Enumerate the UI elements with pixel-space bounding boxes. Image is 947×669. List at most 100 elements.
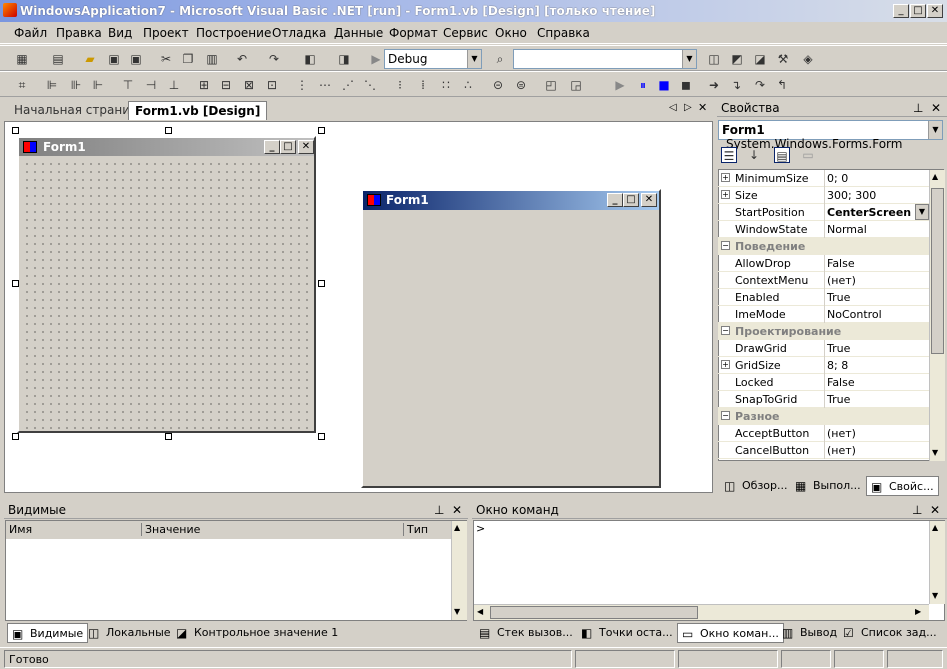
close-doc-icon[interactable]: ✕	[698, 101, 707, 114]
save-icon[interactable]: ▣	[106, 51, 122, 67]
tab-output[interactable]: ▥ Вывод	[778, 623, 841, 643]
expand-icon[interactable]: +	[721, 190, 730, 199]
toolbox-icon[interactable]: ⚒	[775, 51, 791, 67]
column-name[interactable]: Имя	[9, 523, 137, 536]
property-value[interactable]: Normal	[827, 223, 867, 236]
property-row[interactable]: + Size 300; 300	[718, 187, 930, 204]
align-bottom-icon[interactable]: ⊥	[166, 77, 182, 93]
same-height-icon[interactable]: ⊟	[218, 77, 234, 93]
property-row[interactable]: DrawGrid True	[718, 340, 930, 357]
column-divider[interactable]	[824, 357, 825, 374]
menu-format[interactable]: Формат	[389, 26, 438, 40]
step-over-icon[interactable]: ↷	[752, 77, 768, 93]
bring-front-icon[interactable]: ◰	[543, 77, 559, 93]
show-next-statement-icon[interactable]: ➜	[706, 77, 722, 93]
property-row[interactable]: ContextMenu (нет)	[718, 272, 930, 289]
menu-help[interactable]: Справка	[537, 26, 590, 40]
form-close-button[interactable]: ✕	[641, 193, 657, 207]
property-value[interactable]: False	[827, 257, 855, 270]
menu-window[interactable]: Окно	[495, 26, 527, 40]
property-value[interactable]: (нет)	[827, 427, 856, 440]
pin-icon[interactable]: ⊥	[912, 503, 922, 517]
maximize-button[interactable]: □	[910, 4, 926, 18]
property-row[interactable]: + GridSize 8; 8	[718, 357, 930, 374]
property-row[interactable]: ImeMode NoControl	[718, 306, 930, 323]
v-spacing-increase-icon[interactable]: ⁞	[415, 77, 431, 93]
close-button[interactable]: ✕	[927, 4, 943, 18]
column-value[interactable]: Значение	[141, 523, 401, 536]
align-middle-icon[interactable]: ⊣	[143, 77, 159, 93]
menu-file[interactable]: Файл	[14, 26, 47, 40]
column-divider[interactable]	[824, 187, 825, 204]
v-spacing-remove-icon[interactable]: ∴	[460, 77, 476, 93]
v-spacing-equal-icon[interactable]: ⁝	[392, 77, 408, 93]
column-divider[interactable]	[824, 425, 825, 442]
tab-breakpoints[interactable]: ◧ Точки оста...	[577, 623, 677, 643]
collapse-icon[interactable]: −	[721, 411, 730, 420]
running-form-caption[interactable]: Form1 _ □ ✕	[363, 191, 659, 210]
property-category[interactable]: − Проектирование	[718, 323, 930, 340]
column-divider[interactable]	[824, 170, 825, 187]
start-icon[interactable]: ▶	[368, 51, 384, 67]
column-type[interactable]: Тип	[403, 523, 453, 536]
form-maximize-button[interactable]: □	[623, 193, 639, 207]
align-top-icon[interactable]: ⊤	[120, 77, 136, 93]
scroll-up-icon[interactable]: ▲	[454, 523, 460, 532]
tab-solution-browser[interactable]: ◫ Обзор...	[720, 476, 792, 496]
stop-icon[interactable]: ■	[656, 77, 672, 93]
v-spacing-decrease-icon[interactable]: ∷	[438, 77, 454, 93]
h-spacing-equal-icon[interactable]: ⋮	[294, 77, 310, 93]
align-right-icon[interactable]: ⊩	[90, 77, 106, 93]
h-spacing-remove-icon[interactable]: ⋱	[362, 77, 378, 93]
menu-edit[interactable]: Правка	[56, 26, 102, 40]
configuration-dropdown[interactable]: Debug ▼	[384, 49, 482, 69]
menu-data[interactable]: Данные	[334, 26, 383, 40]
property-value[interactable]: True	[827, 393, 850, 406]
resize-handle-se[interactable]	[318, 433, 325, 440]
properties-window-icon[interactable]: ◩	[729, 51, 745, 67]
scroll-left-icon[interactable]: ◁	[669, 102, 677, 113]
continue-icon[interactable]: ▶	[612, 77, 628, 93]
scroll-left-icon[interactable]: ◀	[477, 607, 483, 616]
expand-icon[interactable]: +	[721, 173, 730, 182]
resize-handle-nw[interactable]	[12, 127, 19, 134]
tab-task-list[interactable]: ☑ Список зад...	[839, 623, 941, 643]
expand-icon[interactable]: +	[721, 360, 730, 369]
close-icon[interactable]: ✕	[930, 503, 940, 517]
autos-list[interactable]: Имя Значение Тип ▲ ▼	[5, 520, 467, 621]
categorized-icon[interactable]: ☰	[721, 147, 737, 163]
property-value[interactable]: 0; 0	[827, 172, 848, 185]
new-project-icon[interactable]: ▦	[14, 51, 30, 67]
align-left-icon[interactable]: ⊫	[44, 77, 60, 93]
property-value[interactable]: (нет)	[827, 444, 856, 457]
column-divider[interactable]	[824, 289, 825, 306]
add-item-icon[interactable]: ▤	[50, 51, 66, 67]
scroll-right-icon[interactable]: ▷	[684, 102, 692, 113]
h-spacing-decrease-icon[interactable]: ⋰	[340, 77, 356, 93]
menu-project[interactable]: Проект	[143, 26, 189, 40]
paste-icon[interactable]: ▥	[204, 51, 220, 67]
size-to-grid-icon[interactable]: ⊡	[264, 77, 280, 93]
find-combo[interactable]: ▼	[513, 49, 697, 69]
column-divider[interactable]	[824, 442, 825, 459]
resize-handle-w[interactable]	[12, 280, 19, 287]
tab-watch-1[interactable]: ◪ Контрольное значение 1	[172, 623, 342, 643]
tab-command-window[interactable]: ▭ Окно коман...	[677, 623, 784, 643]
navigate-forward-icon[interactable]: ◨	[336, 51, 352, 67]
center-vertically-icon[interactable]: ⊜	[513, 77, 529, 93]
command-input-area[interactable]: > ▲ ▼ ◀ ▶	[473, 520, 945, 621]
scroll-down-icon[interactable]: ▼	[932, 448, 938, 457]
find-icon[interactable]: ⌕	[492, 51, 508, 67]
object-selector[interactable]: Form1 System.Windows.Forms.Form ▼	[718, 120, 943, 151]
property-value[interactable]: True	[827, 342, 850, 355]
autos-scrollbar[interactable]: ▲ ▼	[451, 521, 467, 620]
copy-icon[interactable]: ❐	[180, 51, 196, 67]
column-divider[interactable]	[824, 374, 825, 391]
property-row[interactable]: Locked False	[718, 374, 930, 391]
align-grid-icon[interactable]: ⌗	[14, 77, 30, 93]
column-divider[interactable]	[824, 340, 825, 357]
column-divider[interactable]	[824, 306, 825, 323]
chevron-down-icon[interactable]: ▼	[915, 204, 929, 220]
running-form-window[interactable]: Form1 _ □ ✕	[361, 189, 661, 488]
restart-icon[interactable]: ◼	[678, 77, 694, 93]
